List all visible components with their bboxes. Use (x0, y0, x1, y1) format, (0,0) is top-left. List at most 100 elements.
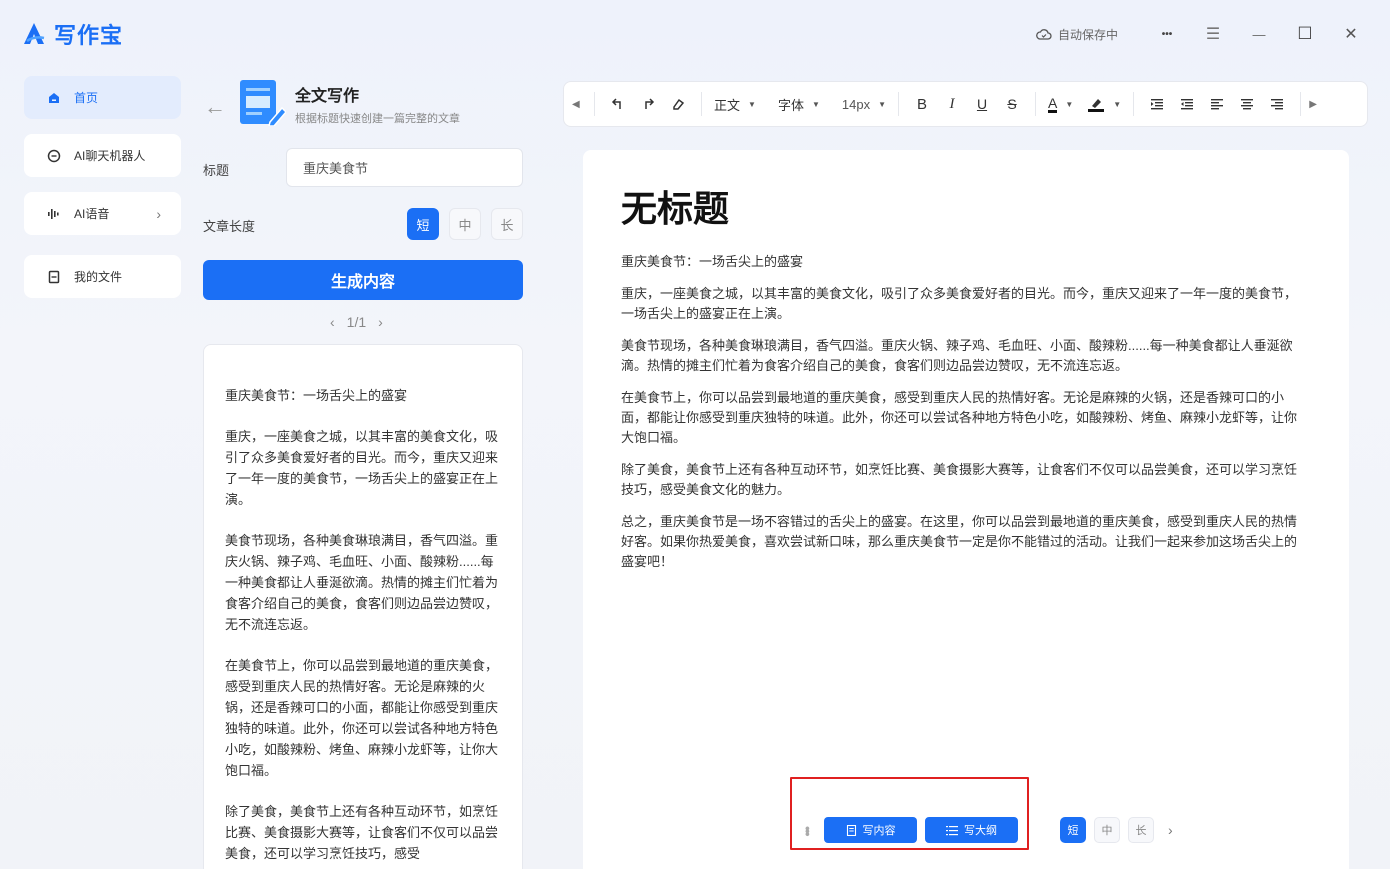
italic-icon: I (949, 95, 955, 112)
title-input[interactable]: 重庆美食节 (286, 148, 523, 187)
font-size-select[interactable]: 14px ▼ (838, 89, 890, 119)
result-paragraph: 重庆，一座美食之城，以其丰富的美食文化，吸引了众多美食爱好者的目光。而今，重庆又… (225, 429, 499, 507)
caret-down-icon: ▼ (748, 99, 756, 109)
length-options: 短 中 长 (407, 208, 523, 240)
editor-paragraph[interactable]: 在美食节上，你可以品尝到最地道的重庆美食，感受到重庆人民的热情好客。无论是麻辣的… (621, 388, 1309, 448)
result-paragraph: 重庆美食节：一场舌尖上的盛宴 (225, 388, 408, 403)
align-right-button[interactable] (1262, 89, 1292, 119)
app-logo: 写作宝 (20, 18, 123, 50)
more-button[interactable]: ••• (1144, 22, 1190, 46)
floating-length-long-button[interactable]: 长 (1128, 817, 1154, 843)
document-title[interactable]: 无标题 (621, 180, 1309, 232)
generate-button[interactable]: 生成内容 (203, 260, 523, 300)
home-icon (46, 90, 62, 106)
floating-length-options: 短 中 长 (1060, 817, 1154, 843)
titlebar-controls: 自动保存中 ••• ☰ — ☐ ✕ (1036, 22, 1374, 46)
length-long-button[interactable]: 长 (491, 208, 523, 240)
editor-paragraph[interactable]: 重庆，一座美食之城，以其丰富的美食文化，吸引了众多美食爱好者的目光。而今，重庆又… (621, 284, 1309, 324)
drag-handle-icon[interactable]: ••• (800, 826, 816, 835)
document-small-icon (846, 824, 856, 836)
toolbar-divider (594, 92, 595, 116)
autosave-text: 自动保存中 (1057, 27, 1118, 42)
toolbar-scroll-left-icon[interactable]: ◀ (572, 99, 586, 110)
paragraph-style-value: 正文 (714, 97, 741, 113)
eraser-icon (673, 98, 685, 110)
highlighter-icon (1088, 99, 1105, 112)
editor-paragraph[interactable]: 除了美食，美食节上还有各种互动环节，如烹饪比赛、美食摄影大赛等，让食客们不仅可以… (621, 460, 1309, 500)
length-label: 文章长度 (203, 219, 256, 234)
cloud-icon (1036, 29, 1052, 40)
length-medium-button[interactable]: 中 (449, 208, 481, 240)
result-paragraph: 在美食节上，你可以品尝到最地道的重庆美食，感受到重庆人民的热情好客。无论是麻辣的… (225, 658, 499, 778)
editor-paragraph[interactable]: 总之，重庆美食节是一场不容错过的舌尖上的盛宴。在这里，你可以品尝到最地道的重庆美… (621, 512, 1309, 572)
editor-paragraph[interactable]: 美食节现场，各种美食琳琅满目，香气四溢。重庆火锅、辣子鸡、毛血旺、小面、酸辣粉.… (621, 336, 1309, 376)
floating-length-medium-button[interactable]: 中 (1094, 817, 1120, 843)
caret-down-icon: ▼ (878, 99, 886, 109)
document-icon (240, 80, 286, 126)
sidebar-item-label: 首页 (74, 91, 99, 105)
bold-icon: B (916, 95, 927, 113)
sidebar-item-my-files[interactable]: 我的文件 (24, 255, 181, 298)
caret-down-icon: ▼ (811, 99, 820, 109)
sidebar-item-chatbot[interactable]: AI聊天机器人 (24, 134, 181, 177)
write-content-button[interactable]: 写内容 (824, 817, 917, 843)
font-size-value: 14px (841, 96, 871, 112)
italic-button[interactable]: I (937, 89, 967, 119)
document-editor[interactable]: 无标题 重庆美食节：一场舌尖上的盛宴 重庆，一座美食之城，以其丰富的美食文化，吸… (583, 150, 1349, 869)
editor-paragraph[interactable]: 重庆美食节：一场舌尖上的盛宴 (621, 252, 1309, 272)
result-card[interactable]: 重庆美食节：一场舌尖上的盛宴 重庆，一座美食之城，以其丰富的美食文化，吸引了众多… (203, 344, 523, 869)
chevron-right-icon[interactable]: › (1168, 822, 1173, 838)
undo-icon (611, 98, 621, 109)
close-button[interactable]: ✕ (1328, 22, 1374, 46)
floating-length-short-button[interactable]: 短 (1060, 817, 1086, 843)
chat-icon (46, 148, 62, 164)
panel-subtitle: 根据标题快速创建一篇完整的文章 (295, 113, 460, 125)
font-select[interactable]: 字体 ▼ (774, 89, 824, 119)
minimize-icon: — (1252, 26, 1266, 42)
maximize-icon: ☐ (1297, 24, 1313, 43)
write-outline-button[interactable]: 写大纲 (925, 817, 1018, 843)
back-arrow-icon[interactable]: ← (204, 94, 226, 120)
toolbar-scroll-right-icon[interactable]: ▶ (1309, 99, 1323, 110)
redo-button[interactable] (633, 89, 663, 119)
undo-button[interactable] (603, 89, 633, 119)
sidebar-item-voice[interactable]: AI语音 › (24, 192, 181, 235)
strikethrough-button[interactable]: S (997, 89, 1027, 119)
bold-button[interactable]: B (907, 89, 937, 119)
indent-decrease-button[interactable] (1172, 89, 1202, 119)
align-right-icon (1271, 99, 1284, 110)
maximize-button[interactable]: ☐ (1282, 22, 1328, 46)
highlight-color-button[interactable]: ▼ (1083, 89, 1125, 119)
audio-wave-icon (46, 206, 62, 222)
sidebar-item-label: AI聊天机器人 (74, 149, 146, 163)
caret-down-icon: ▼ (1065, 99, 1074, 109)
floating-action-bar: ••• 写内容 写大纲 短 中 长 › (792, 808, 1187, 852)
logo-icon (24, 23, 45, 44)
autosave-status: 自动保存中 (1036, 26, 1118, 43)
result-pager: ‹ 1/1 › (330, 314, 383, 330)
editor-toolbar: ◀ 正文 ▼ 字体 ▼ 14px ▼ B I U S A ▼ ▼ ▶ (563, 81, 1368, 127)
align-left-button[interactable] (1202, 89, 1232, 119)
pager-text: 1/1 (346, 314, 367, 330)
underline-icon: U (976, 96, 988, 112)
indent-decrease-icon (1181, 99, 1194, 110)
underline-button[interactable]: U (967, 89, 997, 119)
indent-increase-button[interactable] (1142, 89, 1172, 119)
clear-format-button[interactable] (663, 89, 693, 119)
sidebar-item-home[interactable]: 首页 (24, 76, 181, 119)
chevron-left-icon[interactable]: ‹ (330, 314, 335, 330)
align-center-button[interactable] (1232, 89, 1262, 119)
font-value: 字体 (777, 97, 804, 113)
length-short-button[interactable]: 短 (407, 208, 439, 240)
minimize-button[interactable]: — (1236, 22, 1282, 46)
indent-increase-icon (1151, 99, 1164, 110)
menu-button[interactable]: ☰ (1190, 22, 1236, 46)
chevron-right-icon[interactable]: › (378, 314, 383, 330)
redo-icon (645, 98, 655, 109)
font-color-button[interactable]: A ▼ (1044, 89, 1077, 119)
sidebar: 首页 AI聊天机器人 AI语音 › 我的文件 (24, 76, 181, 313)
align-left-icon (1211, 99, 1224, 110)
paragraph-style-select[interactable]: 正文 ▼ (710, 89, 760, 119)
align-center-icon (1241, 99, 1254, 110)
app-name: 写作宝 (54, 23, 124, 48)
